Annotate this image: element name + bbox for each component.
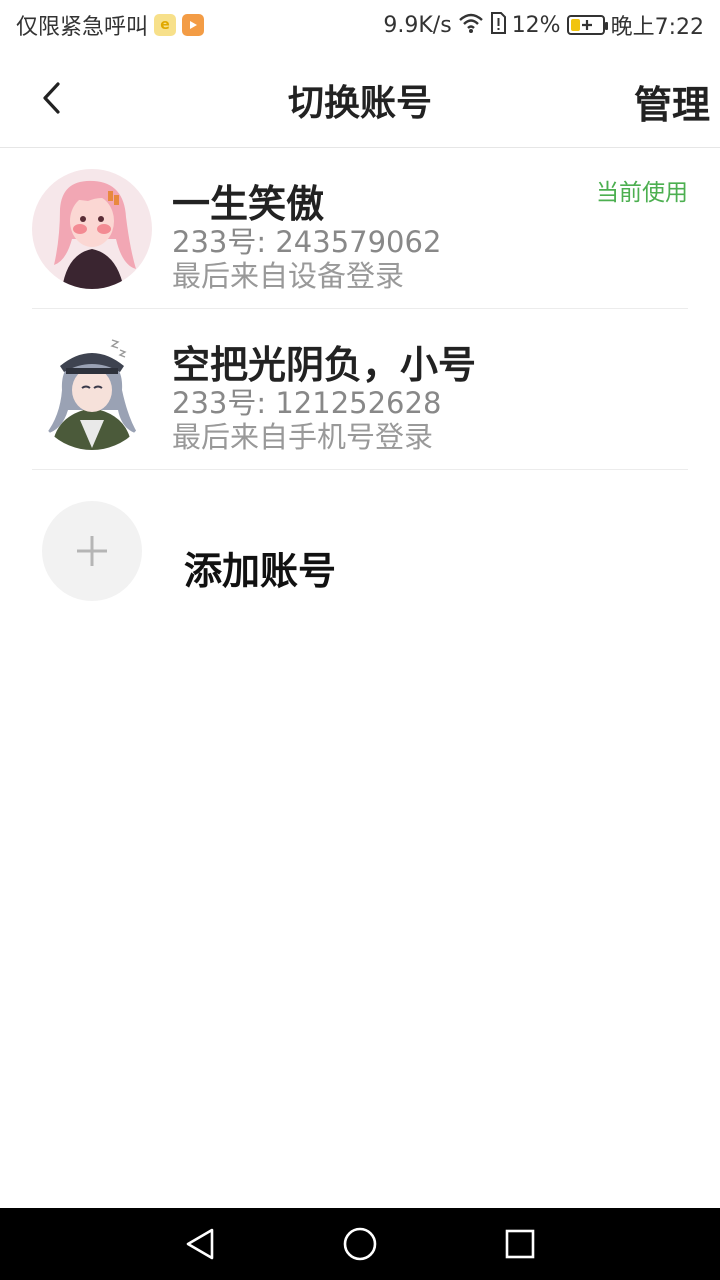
navigation-bar xyxy=(0,1208,720,1280)
battery-level-fill xyxy=(570,19,580,31)
account-login-method: 最后来自设备登录 xyxy=(172,259,405,293)
recents-nav-button[interactable] xyxy=(500,1224,540,1264)
add-account-button[interactable]: 添加账号 xyxy=(0,470,720,630)
add-account-label: 添加账号 xyxy=(184,549,337,593)
wifi-icon xyxy=(458,12,484,38)
account-login-method: 最后来自手机号登录 xyxy=(172,420,434,454)
header: 切换账号 管理 xyxy=(0,50,720,148)
add-account-circle xyxy=(42,501,142,601)
clock: 晚上7:22 xyxy=(610,15,704,40)
avatar xyxy=(32,330,152,450)
status-bar: 仅限紧急呼叫 e 9.9K/s 12% 晚上7:22 xyxy=(0,0,720,50)
current-account-badge: 当前使用 xyxy=(596,180,688,206)
page-title: 切换账号 xyxy=(287,83,432,124)
back-nav-button[interactable] xyxy=(180,1224,220,1264)
carrier-text: 仅限紧急呼叫 xyxy=(16,15,149,40)
manage-button[interactable]: 管理 xyxy=(634,74,710,129)
divider xyxy=(32,308,688,309)
battery-icon xyxy=(566,15,608,35)
net-speed: 9.9K/s xyxy=(383,12,452,38)
video-app-icon xyxy=(182,14,205,36)
avatar xyxy=(32,169,152,289)
battery-percent: 12% xyxy=(511,12,561,38)
plus-icon xyxy=(77,536,107,566)
status-right: 9.9K/s 12% 晚上7:22 xyxy=(383,10,704,40)
browser-app-icon: e xyxy=(154,14,177,36)
recents-nav-icon xyxy=(505,1229,535,1259)
home-nav-icon xyxy=(343,1227,377,1261)
back-nav-icon xyxy=(186,1228,214,1260)
sim-alert-icon xyxy=(490,12,506,38)
home-nav-button[interactable] xyxy=(340,1224,380,1264)
account-item[interactable]: 空把光阴负，小号 233号: 121252628 最后来自手机号登录 xyxy=(0,310,720,470)
account-item[interactable]: 一生笑傲 233号: 243579062 最后来自设备登录 当前使用 xyxy=(0,149,720,309)
status-left: 仅限紧急呼叫 e xyxy=(16,10,205,40)
